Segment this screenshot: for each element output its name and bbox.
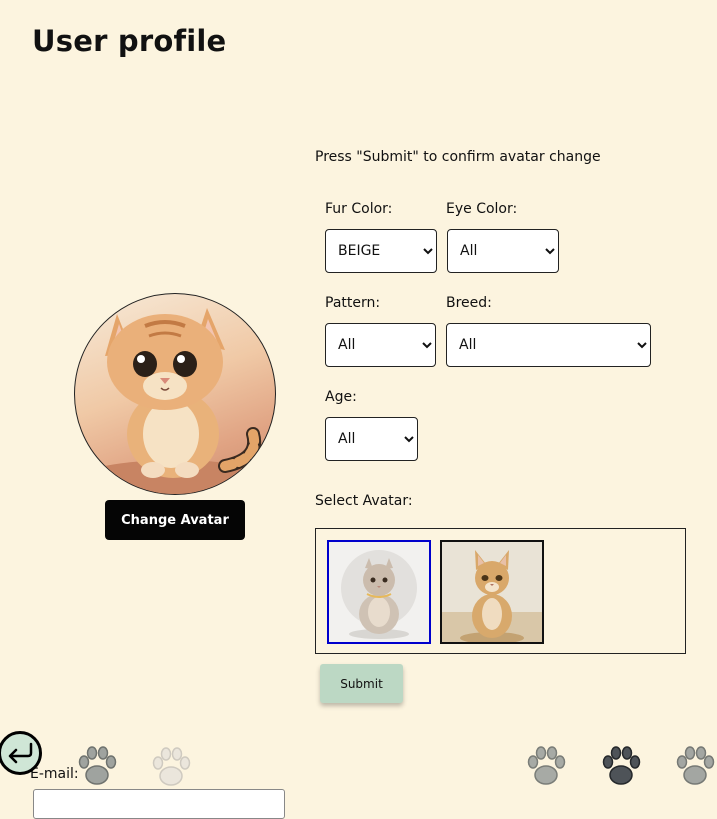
tan-cat-illustration xyxy=(442,550,542,642)
select-avatar-label: Select Avatar: xyxy=(315,493,413,509)
paw-print-icon xyxy=(527,746,566,785)
paw-print-icon xyxy=(676,746,715,785)
eye-color-label: Eye Color: xyxy=(446,201,518,217)
eye-color-select[interactable]: All xyxy=(447,229,559,273)
back-arrow-icon xyxy=(8,742,33,764)
submit-button[interactable]: Submit xyxy=(320,664,403,703)
paw-print-icon xyxy=(602,746,641,785)
page-title: User profile xyxy=(32,24,227,58)
email-input[interactable] xyxy=(33,789,285,819)
orange-cat-illustration xyxy=(75,308,275,494)
avatar-option-grey-cat[interactable] xyxy=(327,540,431,644)
change-avatar-button[interactable]: Change Avatar xyxy=(105,500,245,540)
back-button[interactable] xyxy=(0,731,42,775)
age-select[interactable]: All xyxy=(325,417,418,461)
pattern-label: Pattern: xyxy=(325,295,381,311)
fur-color-select[interactable]: BEIGE xyxy=(325,229,437,273)
age-label: Age: xyxy=(325,389,357,405)
avatar-option-tan-cat[interactable] xyxy=(440,540,544,644)
paw-print-icon xyxy=(78,746,117,785)
grey-cat-illustration xyxy=(341,550,417,639)
fur-color-label: Fur Color: xyxy=(325,201,393,217)
email-label: E-mail: xyxy=(30,766,79,782)
breed-select[interactable]: All xyxy=(446,323,651,367)
current-avatar xyxy=(74,293,276,495)
pattern-select[interactable]: All xyxy=(325,323,436,367)
avatar-picker xyxy=(315,528,686,654)
paw-print-icon xyxy=(152,747,191,786)
breed-label: Breed: xyxy=(446,295,492,311)
avatar-change-instruction: Press "Submit" to confirm avatar change xyxy=(315,149,601,165)
